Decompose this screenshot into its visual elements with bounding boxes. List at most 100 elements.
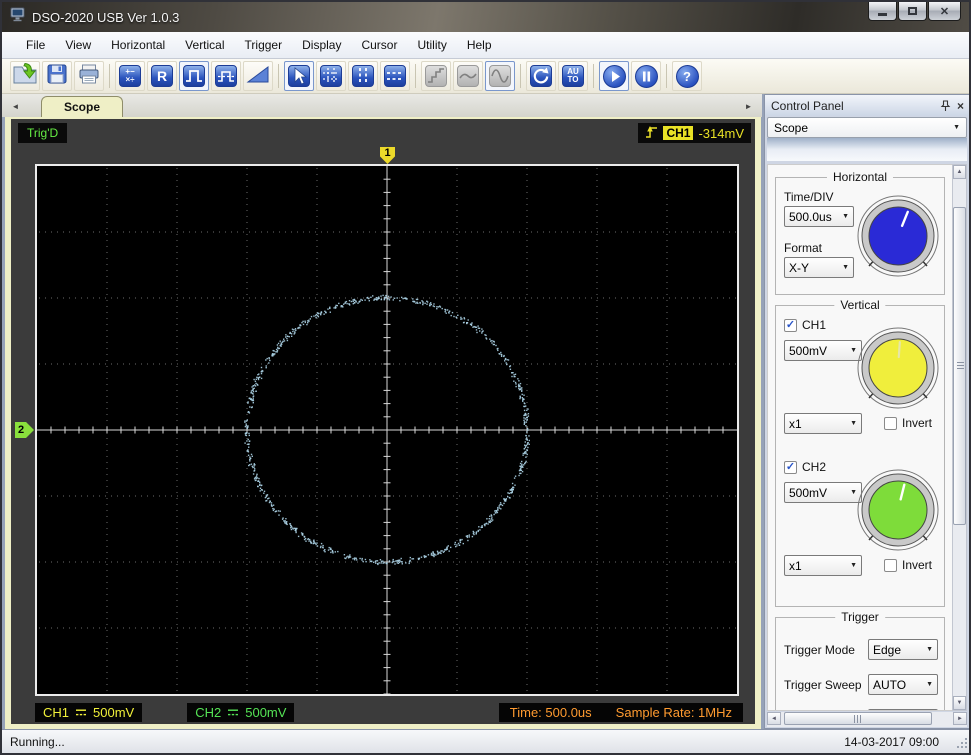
- pulse-levels-button[interactable]: [211, 61, 241, 91]
- panel-gradient: [767, 138, 967, 161]
- auto-setup-button[interactable]: AU TO: [558, 61, 588, 91]
- pulse-width-icon: [183, 65, 205, 87]
- ch1-probe-dropdown[interactable]: x1 ▼: [784, 413, 862, 434]
- print-button[interactable]: [74, 61, 104, 91]
- ch2-position-marker[interactable]: 2: [15, 422, 34, 438]
- math-button[interactable]: +− ×÷: [115, 61, 145, 91]
- grid-button[interactable]: [316, 61, 346, 91]
- reference-button[interactable]: R: [147, 61, 177, 91]
- resize-grip[interactable]: [955, 736, 968, 752]
- trigger-section: Trigger Trigger Mode Edge ▼ Trigger Sweep…: [775, 617, 945, 711]
- sample-rate-value: Sample Rate: 1MHz: [616, 705, 732, 720]
- ch1-readout: CH1 500mV: [35, 703, 142, 722]
- timebase-readout: Time: 500.0us Sample Rate: 1MHz: [499, 703, 743, 722]
- close-button[interactable]: ✕: [928, 2, 961, 21]
- open-button[interactable]: [10, 61, 40, 91]
- pulse-width-button[interactable]: [179, 61, 209, 91]
- scroll-right-icon[interactable]: ►: [953, 712, 967, 725]
- menu-utility[interactable]: Utility: [407, 34, 456, 56]
- menu-vertical[interactable]: Vertical: [175, 34, 234, 56]
- ch2-vertical-knob[interactable]: [856, 468, 940, 557]
- trigger-source-dropdown[interactable]: CH1▼: [868, 709, 938, 711]
- chevron-down-icon: ▼: [953, 124, 960, 131]
- step-interpolation-button[interactable]: [421, 61, 451, 91]
- ch2-enable-checkbox[interactable]: [784, 461, 797, 474]
- format-dropdown[interactable]: X-Y ▼: [784, 257, 854, 278]
- title-bar[interactable]: DSO-2020 USB Ver 1.0.3 ✕: [2, 2, 969, 32]
- chevron-down-icon: ▼: [850, 562, 857, 569]
- scroll-left-icon[interactable]: ◄: [767, 712, 781, 725]
- sine-interpolation-button[interactable]: [485, 61, 515, 91]
- reference-icon: R: [151, 65, 173, 87]
- refresh-button[interactable]: [526, 61, 556, 91]
- time-div-dropdown[interactable]: 500.0us ▼: [784, 206, 854, 227]
- ch1-enable-checkbox[interactable]: [784, 319, 797, 332]
- auto-setup-icon: AU TO: [562, 65, 584, 87]
- menu-trigger[interactable]: Trigger: [235, 34, 293, 56]
- grid-icon: [320, 65, 342, 87]
- maximize-button[interactable]: [898, 2, 927, 21]
- open-icon: [12, 62, 38, 90]
- tab-scroll-right-icon[interactable]: ►: [741, 98, 756, 115]
- ch2-volts-dropdown[interactable]: 500mV ▼: [784, 482, 862, 503]
- trigger-mode-dropdown[interactable]: Edge ▼: [868, 639, 938, 660]
- pin-icon[interactable]: [940, 100, 951, 112]
- chevron-down-icon: ▼: [842, 264, 849, 271]
- scope-display: [35, 164, 739, 696]
- toolbar-separator: [109, 64, 110, 88]
- close-panel-icon[interactable]: ×: [957, 99, 964, 113]
- ch1-vertical-knob[interactable]: [856, 326, 940, 415]
- pause-button[interactable]: [631, 61, 661, 91]
- scroll-up-icon[interactable]: ▲: [953, 165, 966, 179]
- menu-display[interactable]: Display: [292, 34, 351, 56]
- horizontal-knob[interactable]: [856, 194, 940, 283]
- toolbar-separator: [520, 64, 521, 88]
- tab-scroll-left-icon[interactable]: ◄: [8, 98, 23, 115]
- help-button[interactable]: ?: [672, 61, 702, 91]
- linear-interpolation-button[interactable]: [453, 61, 483, 91]
- ch2-probe-dropdown[interactable]: x1 ▼: [784, 555, 862, 576]
- tab-scope[interactable]: Scope: [41, 96, 123, 117]
- save-button[interactable]: [42, 61, 72, 91]
- vertical-scrollbar-thumb[interactable]: [953, 207, 966, 525]
- trigger-readout: CH1 -314mV: [638, 123, 751, 143]
- window-title: DSO-2020 USB Ver 1.0.3: [32, 10, 179, 25]
- menu-file[interactable]: File: [16, 34, 55, 56]
- trigger-sweep-dropdown[interactable]: AUTO ▼: [868, 674, 938, 695]
- ch1-invert-checkbox[interactable]: [884, 417, 897, 430]
- trigger-section-title: Trigger: [835, 610, 885, 624]
- minimize-button[interactable]: [868, 2, 897, 21]
- menu-view[interactable]: View: [55, 34, 101, 56]
- status-bar: Running... 14-03-2017 09:00: [2, 729, 969, 753]
- panel-selector-dropdown[interactable]: Scope ▼: [767, 117, 967, 138]
- horizontal-cursors-icon: [384, 65, 406, 87]
- horizontal-scrollbar[interactable]: ◄ ►: [767, 712, 967, 727]
- time-per-div-value: Time: 500.0us: [510, 705, 592, 720]
- ch1-volts-dropdown[interactable]: 500mV ▼: [784, 340, 862, 361]
- format-label: Format: [784, 241, 822, 255]
- ch1-position-marker[interactable]: 1: [380, 147, 395, 164]
- vertical-scrollbar[interactable]: ▲ ▼: [952, 164, 967, 711]
- trigger-source-badge: CH1: [663, 126, 693, 140]
- horizontal-scrollbar-thumb[interactable]: [784, 712, 932, 725]
- ramp-button[interactable]: [243, 61, 273, 91]
- status-text: Running...: [10, 735, 65, 749]
- pointer-button[interactable]: [284, 61, 314, 91]
- ch2-invert-checkbox[interactable]: [884, 559, 897, 572]
- trigger-mode-label: Trigger Mode: [784, 643, 868, 657]
- ch2-coupling-icon: [227, 705, 239, 720]
- datetime-text: 14-03-2017 09:00: [844, 735, 961, 749]
- start-button[interactable]: [599, 61, 629, 91]
- vertical-cursors-button[interactable]: [348, 61, 378, 91]
- menu-help[interactable]: Help: [457, 34, 502, 56]
- menu-cursor[interactable]: Cursor: [351, 34, 407, 56]
- scroll-down-icon[interactable]: ▼: [953, 696, 966, 710]
- ch2-label: CH2: [802, 460, 826, 474]
- tab-strip: ◄ Scope ►: [2, 94, 762, 117]
- ch2-readout: CH2 500mV: [187, 703, 294, 722]
- scope-panel: Trig'D CH1 -314mV 1 2 CH1 500mV CH2 500m…: [11, 119, 755, 724]
- chevron-down-icon: ▼: [850, 420, 857, 427]
- menu-horizontal[interactable]: Horizontal: [101, 34, 175, 56]
- horizontal-cursors-button[interactable]: [380, 61, 410, 91]
- toolbar: +− ×÷ R AU TO ?: [2, 59, 969, 94]
